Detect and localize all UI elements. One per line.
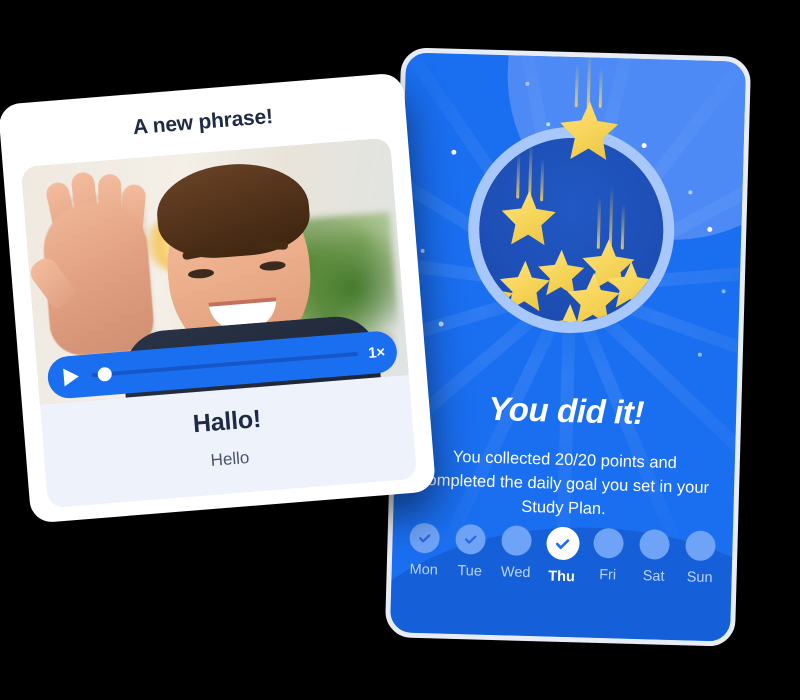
day-label-wed: Wed — [500, 564, 531, 582]
day-dot-wed — [501, 525, 532, 557]
day-item-sat[interactable]: Sat — [633, 529, 675, 585]
day-dot-thu — [545, 526, 580, 561]
day-label-fri: Fri — [598, 566, 617, 584]
video-thumbnail[interactable]: 1× — [20, 137, 409, 405]
progress-track — [91, 351, 359, 378]
screenshot-stage: You did it! You collected 20/20 points a… — [0, 0, 800, 700]
playback-speed-button[interactable]: 1× — [368, 343, 386, 361]
escaping-star — [558, 53, 624, 151]
day-dot-fri — [593, 527, 624, 559]
day-item-fri[interactable]: Fri — [587, 527, 629, 584]
day-label-thu: Thu — [548, 568, 576, 586]
celebration-body: You collected 20/20 points and completed… — [419, 447, 710, 518]
week-progress-tracker: Mon Tue Wed Thu Fri Sat Sun — [403, 522, 721, 590]
check-icon — [464, 535, 477, 544]
day-item-wed[interactable]: Wed — [495, 525, 537, 581]
check-icon — [419, 534, 431, 543]
day-item-thu[interactable]: Thu — [541, 526, 583, 585]
day-label-sun: Sun — [686, 569, 713, 587]
day-item-mon[interactable]: Mon — [404, 522, 446, 579]
celebration-card: You did it! You collected 20/20 points a… — [384, 47, 752, 647]
star-pile — [477, 245, 666, 324]
day-dot-sat — [639, 529, 670, 560]
phrase-media-panel: 1× Hallo! Hello — [20, 137, 418, 509]
day-label-mon: Mon — [409, 561, 439, 579]
day-dot-tue — [455, 523, 487, 555]
phrase-card: A new phrase! 1× Hallo! Hello — [0, 72, 437, 524]
play-icon — [62, 367, 80, 387]
progress-thumb[interactable] — [97, 366, 113, 382]
day-item-sun[interactable]: Sun — [679, 530, 721, 586]
celebration-card-surface: You did it! You collected 20/20 points a… — [389, 52, 747, 642]
day-label-sat: Sat — [642, 568, 665, 585]
day-dot-mon — [409, 522, 441, 554]
play-button[interactable] — [59, 365, 83, 389]
check-icon — [555, 538, 570, 549]
day-label-tue: Tue — [457, 563, 483, 580]
day-item-tue[interactable]: Tue — [449, 523, 491, 580]
day-dot-sun — [685, 530, 716, 562]
